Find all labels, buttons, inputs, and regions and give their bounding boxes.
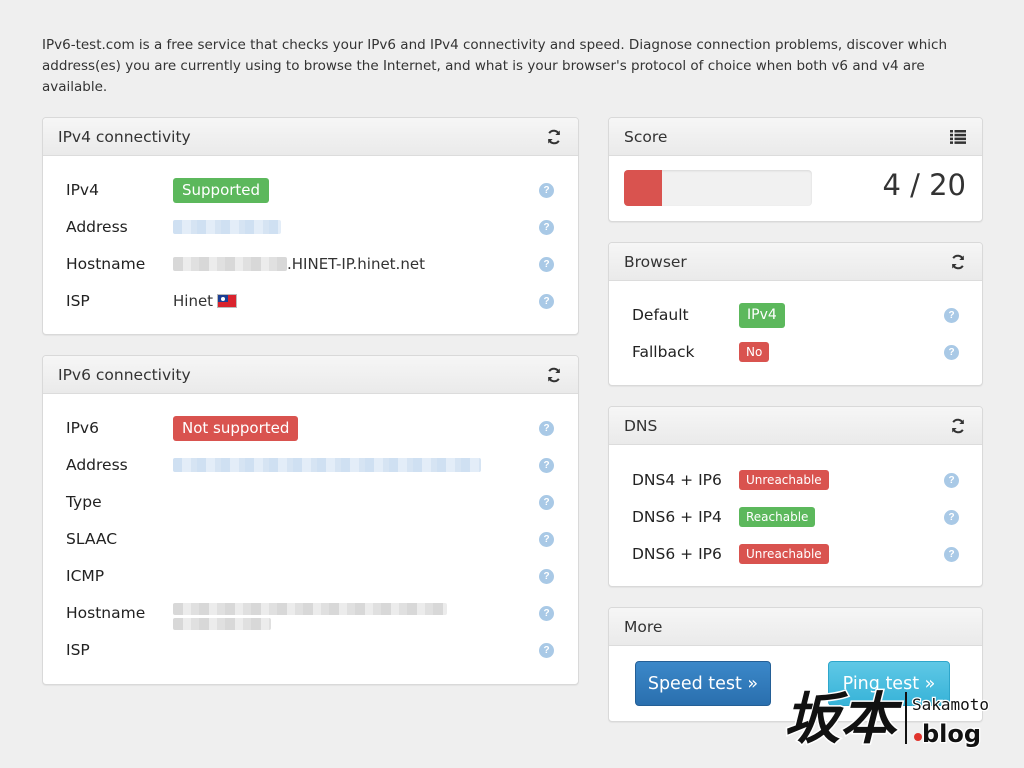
score-panel-header: Score (609, 118, 982, 156)
score-progress-fill (624, 170, 662, 206)
ipv6-hostname-redacted-2 (173, 618, 271, 630)
ipv4-status-label: IPv4 (66, 181, 99, 199)
more-panel-header: More (609, 608, 982, 646)
ipv6-address-redacted (173, 458, 481, 472)
refresh-icon[interactable] (545, 366, 563, 384)
help-icon[interactable]: ? (539, 293, 554, 309)
browser-panel-title: Browser (624, 252, 687, 271)
sakamoto-blog-watermark: 坂本 Sakamoto blog (783, 676, 1016, 760)
dns-panel-title: DNS (624, 416, 658, 435)
help-icon[interactable]: ? (539, 219, 554, 235)
ipv4-status-badge: Supported (173, 177, 270, 203)
ipv4-row-address: Address ? (43, 213, 578, 241)
dns-row-label: DNS6 + IP6 (632, 545, 722, 563)
refresh-icon[interactable] (545, 128, 563, 146)
dns-status-badge: Unreachable (739, 544, 829, 564)
ipv6-status-label: IPv6 (66, 419, 99, 437)
ipv6-row-icmp: ICMP ? (43, 562, 578, 590)
ipv6-panel-title: IPv6 connectivity (58, 365, 191, 384)
ipv4-address-redacted (173, 220, 281, 234)
ipv4-hostname-redacted (173, 257, 287, 271)
help-icon[interactable]: ? (944, 546, 959, 562)
score-progress-bar (624, 170, 812, 206)
ipv6-icmp-label: ICMP (66, 567, 105, 585)
help-icon[interactable]: ? (944, 472, 959, 488)
ipv4-row-status: IPv4 Supported ? (43, 176, 578, 204)
refresh-icon[interactable] (949, 417, 967, 435)
dns-row-label: DNS4 + IP6 (632, 471, 722, 489)
refresh-icon[interactable] (949, 253, 967, 271)
browser-default-badge: IPv4 (739, 302, 785, 328)
help-icon[interactable]: ? (539, 605, 554, 621)
ipv6-row-slaac: SLAAC ? (43, 525, 578, 553)
ipv4-row-isp: ISP Hinet ? (43, 287, 578, 315)
score-value: 4 / 20 (882, 168, 966, 202)
ipv4-row-hostname: Hostname .HINET-IP.hinet.net ? (43, 250, 578, 278)
watermark-latin: Sakamoto (912, 695, 989, 714)
dns-row-label: DNS6 + IP4 (632, 508, 722, 526)
help-icon[interactable]: ? (944, 307, 959, 323)
ipv6-row-isp: ISP ? (43, 636, 578, 664)
browser-row-default: Default IPv4 ? (609, 301, 982, 329)
ipv6-row-status: IPv6 Not supported ? (43, 414, 578, 442)
ipv6-hostname-label: Hostname (66, 604, 146, 622)
dns-panel-header: DNS (609, 407, 982, 445)
browser-default-label: Default (632, 306, 689, 324)
ipv6-row-address: Address ? (43, 451, 578, 479)
more-panel-title: More (624, 617, 663, 636)
help-icon[interactable]: ? (539, 642, 554, 658)
ipv6-row-hostname: Hostname ? (43, 599, 578, 630)
ipv4-isp-label: ISP (66, 292, 90, 310)
ipv6-panel-header: IPv6 connectivity (43, 356, 578, 394)
help-icon[interactable]: ? (944, 344, 959, 360)
dns-row-dns6-ip6: DNS6 + IP6 Unreachable ? (609, 540, 982, 568)
dns-row-dns6-ip4: DNS6 + IP4 Reachable ? (609, 503, 982, 531)
intro-text: IPv6-test.com is a free service that che… (42, 37, 948, 95)
ipv6-type-label: Type (66, 493, 102, 511)
score-panel: Score 4 / 20 (608, 117, 983, 222)
dns-status-badge: Reachable (739, 507, 816, 527)
dns-row-dns4-ip6: DNS4 + IP6 Unreachable ? (609, 466, 982, 494)
list-icon[interactable] (949, 128, 967, 146)
help-icon[interactable]: ? (539, 531, 554, 547)
ipv4-address-label: Address (66, 218, 128, 236)
ipv4-panel-title: IPv4 connectivity (58, 127, 191, 146)
score-panel-title: Score (624, 127, 668, 146)
ipv4-panel-header: IPv4 connectivity (43, 118, 578, 156)
ipv6-slaac-label: SLAAC (66, 530, 118, 548)
browser-panel: Browser Default IPv4 ? Fallback No ? (608, 242, 983, 386)
help-icon[interactable]: ? (539, 420, 554, 436)
speed-test-button[interactable]: Speed test » (635, 661, 771, 706)
help-icon[interactable]: ? (539, 256, 554, 272)
watermark-tld: blog (922, 720, 981, 748)
browser-fallback-badge: No (739, 342, 770, 362)
ipv6-status-badge: Not supported (173, 415, 299, 441)
ipv6-panel: IPv6 connectivity IPv6 Not supported ? A… (42, 355, 579, 685)
dns-panel: DNS DNS4 + IP6 Unreachable ? DNS6 + IP4 … (608, 406, 983, 587)
browser-fallback-label: Fallback (632, 343, 695, 361)
help-icon[interactable]: ? (539, 494, 554, 510)
browser-panel-header: Browser (609, 243, 982, 281)
ipv4-hostname-value: .HINET-IP.hinet.net (287, 255, 425, 273)
help-icon[interactable]: ? (539, 182, 554, 198)
ipv6-isp-label: ISP (66, 641, 90, 659)
help-icon[interactable]: ? (539, 457, 554, 473)
watermark-cjk: 坂本 (784, 686, 903, 752)
ipv4-hostname-label: Hostname (66, 255, 146, 273)
ipv6-row-type: Type ? (43, 488, 578, 516)
help-icon[interactable]: ? (539, 568, 554, 584)
ipv4-panel: IPv4 connectivity IPv4 Supported ? Addre… (42, 117, 579, 335)
ipv6-hostname-redacted (173, 603, 447, 615)
dns-status-badge: Unreachable (739, 470, 829, 490)
browser-row-fallback: Fallback No ? (609, 338, 982, 366)
help-icon[interactable]: ? (944, 509, 959, 525)
ipv6-address-label: Address (66, 456, 128, 474)
ipv4-isp-value: Hinet (173, 292, 214, 310)
taiwan-flag-icon (217, 294, 238, 308)
